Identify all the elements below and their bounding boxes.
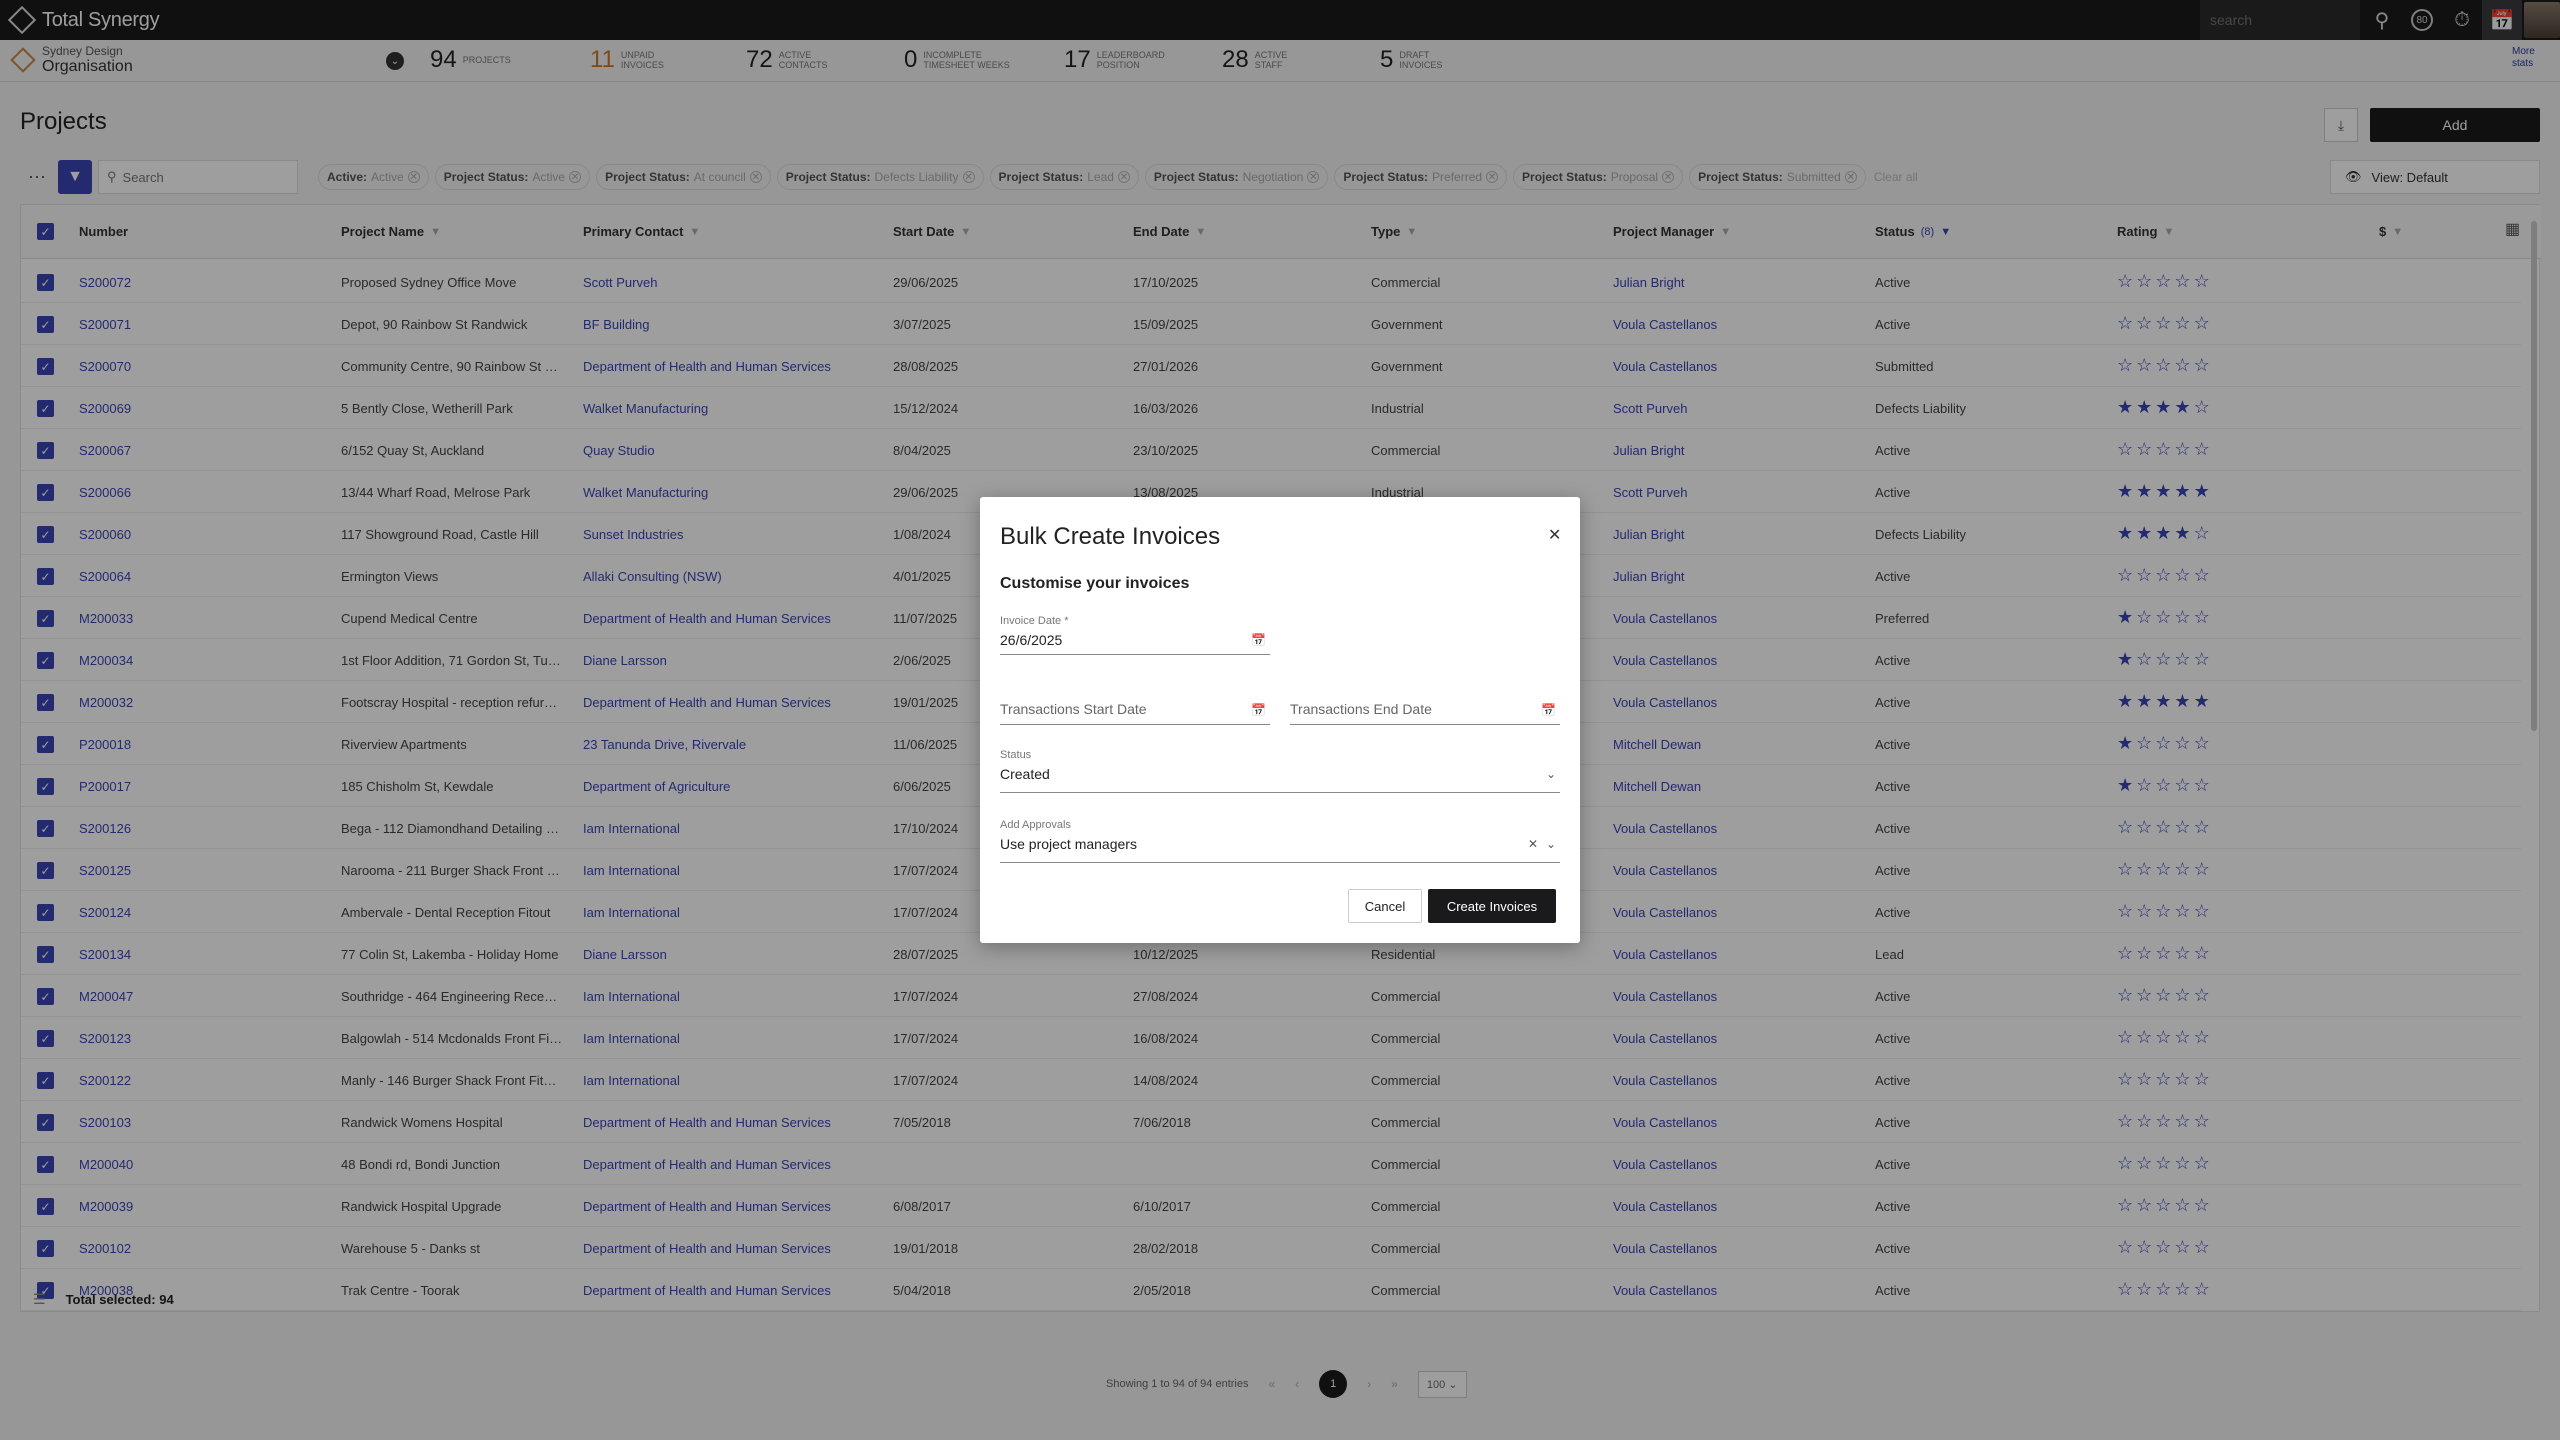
status-value: Created <box>1000 766 1050 782</box>
add-approvals-select[interactable]: Add Approvals Use project managers ✕ ⌄ <box>1000 819 1560 863</box>
calendar-icon[interactable]: 📅 <box>1251 633 1266 647</box>
calendar-icon[interactable]: 📅 <box>1541 703 1556 717</box>
invoice-date-field[interactable]: Invoice Date * 26/6/2025 📅 <box>1000 615 1270 655</box>
transactions-start-date-field[interactable]: Transactions Start Date 📅 <box>1000 695 1270 725</box>
calendar-icon[interactable]: 📅 <box>1251 703 1266 717</box>
approvals-label: Add Approvals <box>1000 819 1071 831</box>
chevron-down-icon[interactable]: ⌄ <box>1546 837 1556 851</box>
chevron-down-icon[interactable]: ⌄ <box>1546 767 1556 781</box>
status-label: Status <box>1000 749 1032 761</box>
invoice-date-label: Invoice Date * <box>1000 615 1069 627</box>
status-select[interactable]: Status Created ⌄ <box>1000 749 1560 793</box>
dialog-title: Bulk Create Invoices <box>1000 523 1221 550</box>
transactions-end-date-field[interactable]: Transactions End Date 📅 <box>1290 695 1560 725</box>
dialog-subtitle: Customise your invoices <box>1000 575 1190 592</box>
close-icon[interactable]: ✕ <box>1548 525 1561 545</box>
create-invoices-button[interactable]: Create Invoices <box>1428 889 1556 923</box>
end-date-placeholder: Transactions End Date <box>1290 701 1432 717</box>
invoice-date-value: 26/6/2025 <box>1000 632 1063 648</box>
start-date-placeholder: Transactions Start Date <box>1000 701 1147 717</box>
cancel-button[interactable]: Cancel <box>1348 889 1422 923</box>
approvals-value: Use project managers <box>1000 836 1137 852</box>
clear-icon[interactable]: ✕ <box>1528 837 1538 851</box>
bulk-create-invoices-dialog: Bulk Create Invoices ✕ Customise your in… <box>980 497 1580 943</box>
